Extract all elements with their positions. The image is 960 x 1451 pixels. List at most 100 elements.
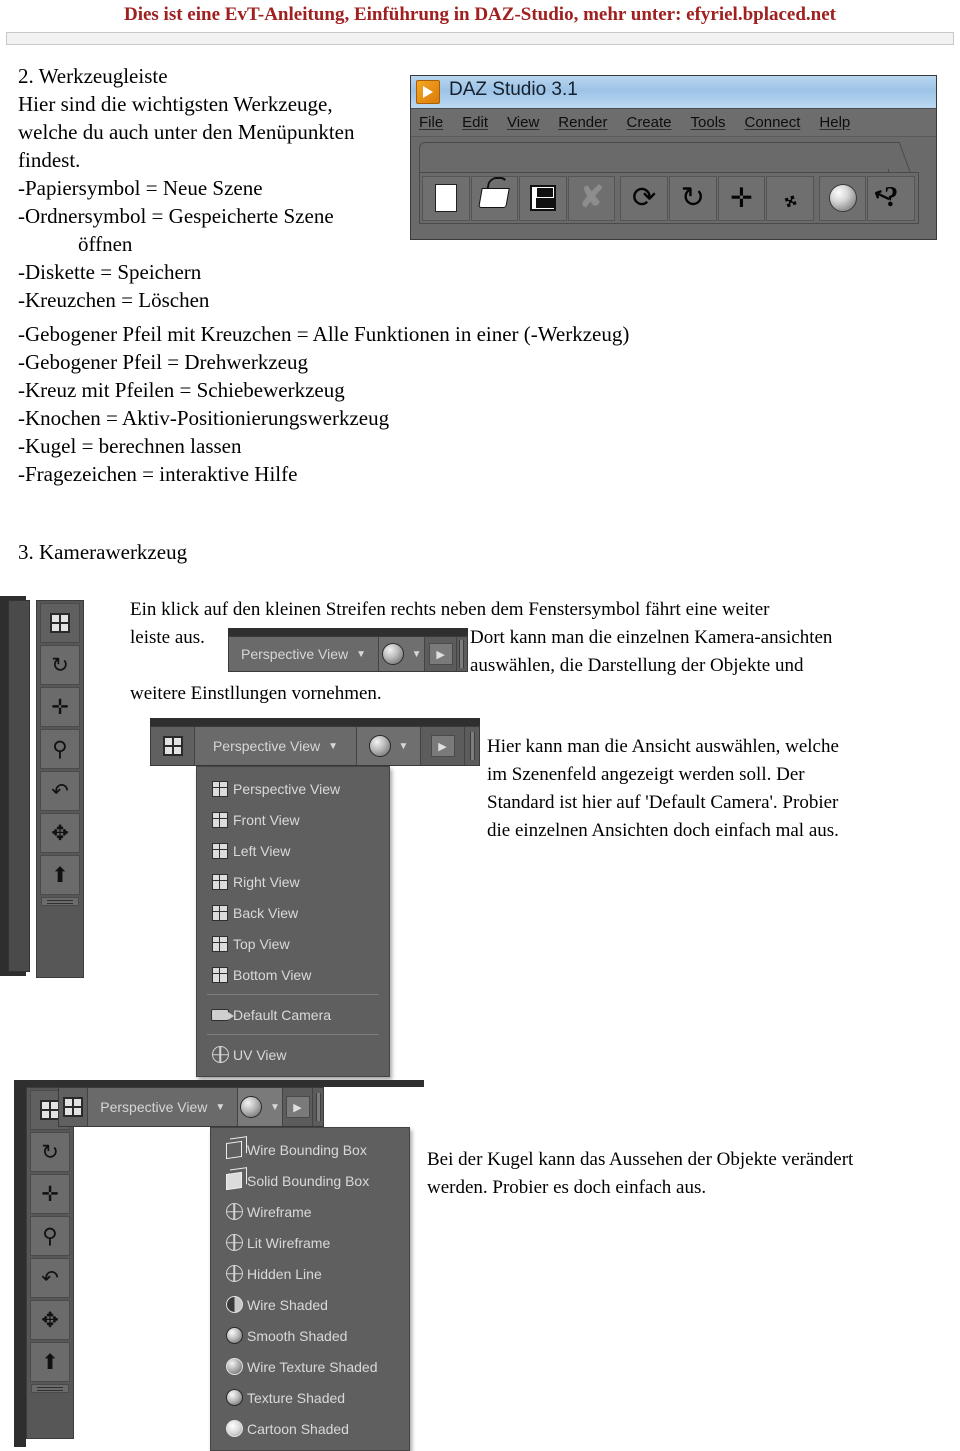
menu-item-uv-view[interactable]: UV View <box>197 1039 389 1070</box>
menu-item-texture-shaded[interactable]: Texture Shaded <box>211 1382 409 1413</box>
menu-edit[interactable]: Edit <box>462 109 488 137</box>
reset-camera-button[interactable]: ⬆ <box>40 855 80 895</box>
orbit-tool-button[interactable]: ↻ <box>30 1132 70 1172</box>
viewport-toolbar-drag-handle[interactable] <box>31 1384 69 1393</box>
menu-item-top-view[interactable]: Top View <box>197 928 389 959</box>
menu-item-label: Hidden Line <box>247 1265 322 1282</box>
inline-viewport-grip[interactable] <box>456 637 467 671</box>
camera-viewport-grip[interactable] <box>465 727 479 765</box>
menu-item-solid-bounding-box[interactable]: Solid Bounding Box <box>211 1165 409 1196</box>
menu-item-label: Perspective View <box>233 780 341 797</box>
sphere-icon <box>381 643 404 665</box>
banner-text: Dies ist eine EvT-Anleitung, Einführung … <box>123 4 837 25</box>
menu-item-label: Cartoon Shaded <box>247 1420 349 1437</box>
pan-tool-button[interactable]: ✛ <box>30 1174 70 1214</box>
open-scene-button[interactable] <box>470 175 519 221</box>
menu-item-default-camera[interactable]: Default Camera <box>197 999 389 1030</box>
menu-render[interactable]: Render <box>558 109 607 137</box>
render-button[interactable] <box>818 175 867 221</box>
menu-item-lit-wireframe[interactable]: Lit Wireframe <box>211 1227 409 1258</box>
menu-item-wire-shaded[interactable]: Wire Shaded <box>211 1289 409 1320</box>
shading-viewport-layout-button[interactable] <box>59 1088 89 1126</box>
grid-icon <box>207 904 233 921</box>
shading-view-selector[interactable]: Perspective View ▼ <box>88 1088 239 1126</box>
arc-arrow-icon: ↶ <box>41 1265 59 1290</box>
delete-button[interactable]: ✘ <box>567 175 616 221</box>
wire-cube-icon <box>221 1140 247 1159</box>
menu-item-right-view[interactable]: Right View <box>197 866 389 897</box>
camera-expand-button[interactable]: ▶ <box>421 727 465 765</box>
pan-tool-button[interactable]: ✛ <box>40 687 80 727</box>
active-pose-tool-button[interactable]: 𝄪 <box>766 175 814 221</box>
menu-item-perspective-view[interactable]: Perspective View <box>197 773 389 804</box>
daz-menubar: File Edit View Render Create Tools Conne… <box>411 109 936 137</box>
menu-help[interactable]: Help <box>819 109 850 137</box>
arc-arrow-icon: ↶ <box>51 778 69 803</box>
menu-item-label: Wire Shaded <box>247 1296 328 1313</box>
grid-icon <box>207 966 233 983</box>
menu-separator-1 <box>207 994 379 995</box>
menu-create[interactable]: Create <box>626 109 671 137</box>
up-arrow-circle-icon: ⬆ <box>41 1349 59 1374</box>
wire-texture-sphere-icon <box>221 1358 247 1375</box>
menu-item-left-view[interactable]: Left View <box>197 835 389 866</box>
orbit-tool-button[interactable]: ↻ <box>40 645 80 685</box>
viewport-toolbar-drag-handle[interactable] <box>41 897 79 906</box>
menu-connect[interactable]: Connect <box>745 109 801 137</box>
menu-item-cartoon-shaded[interactable]: Cartoon Shaded <box>211 1413 409 1444</box>
section2-text-block: 2. Werkzeugleiste Hier sind die wichtigs… <box>18 62 418 314</box>
zoom-tool-button[interactable]: ⚲ <box>30 1216 70 1256</box>
window-grid-icon <box>63 1097 84 1117</box>
new-scene-button[interactable] <box>422 175 470 221</box>
rotate-tool-button[interactable]: ↻ <box>669 175 717 221</box>
page-icon <box>434 184 457 212</box>
menu-item-hidden-line[interactable]: Hidden Line <box>211 1258 409 1289</box>
menu-item-bottom-view[interactable]: Bottom View <box>197 959 389 990</box>
shading-expand-button[interactable]: ▶ <box>282 1088 314 1126</box>
menu-item-smooth-shaded[interactable]: Smooth Shaded <box>211 1320 409 1351</box>
viewport-left-scrollbar-upper[interactable] <box>8 600 30 972</box>
menu-view[interactable]: View <box>507 109 539 137</box>
viewport-layout-button[interactable] <box>40 603 80 643</box>
camera-dropdown-menu: Perspective View Front View Left View Ri… <box>196 766 390 1077</box>
menu-file[interactable]: File <box>419 109 443 137</box>
zoom-tool-button[interactable]: ⚲ <box>40 729 80 769</box>
play-arrow-icon: ▶ <box>285 1096 310 1118</box>
daz-window-title: DAZ Studio 3.1 <box>449 79 578 100</box>
converging-arrows-icon: ✥ <box>51 820 69 845</box>
bank-rotate-tool-button[interactable]: ↶ <box>40 771 80 811</box>
shading-viewport-grip[interactable] <box>313 1088 323 1126</box>
translate-tool-button[interactable]: ✛ <box>717 175 766 221</box>
section3-para2-line4: die einzelnen Ansichten doch einfach mal… <box>487 820 839 841</box>
menu-tools[interactable]: Tools <box>691 109 726 137</box>
menu-item-wire-bounding-box[interactable]: Wire Bounding Box <box>211 1134 409 1165</box>
section2-wide-bullet-3: -Kreuz mit Pfeilen = Schiebewerkzeug <box>18 378 345 402</box>
reset-camera-button[interactable]: ⬆ <box>30 1342 70 1382</box>
help-button[interactable]: ? ↖ <box>867 175 916 221</box>
save-scene-button[interactable] <box>519 175 567 221</box>
shading-mode-selector[interactable]: ▼ <box>238 1088 283 1126</box>
inline-view-selector[interactable]: Perspective View ▼ <box>229 637 380 671</box>
universal-tool-button[interactable]: ⟳ <box>620 175 669 221</box>
inline-expand-button[interactable]: ▶ <box>425 637 457 671</box>
camera-viewport-layout-button[interactable] <box>151 727 195 765</box>
section2-bullet-1: -Papiersymbol = Neue Szene <box>18 176 263 200</box>
inline-viewport-bar: Perspective View ▼ ▼ ▶ <box>228 636 468 672</box>
sphere-icon <box>240 1096 263 1118</box>
frame-tool-button[interactable]: ✥ <box>40 813 80 853</box>
chevron-down-icon: ▼ <box>328 740 339 752</box>
globe-icon <box>207 1046 233 1063</box>
camera-view-selector[interactable]: Perspective View ▼ <box>195 727 357 765</box>
bank-rotate-tool-button[interactable]: ↶ <box>30 1258 70 1298</box>
camera-shading-selector[interactable]: ▼ <box>357 727 421 765</box>
solid-cube-icon <box>221 1171 247 1190</box>
menu-item-wire-texture-shaded[interactable]: Wire Texture Shaded <box>211 1351 409 1382</box>
menu-item-front-view[interactable]: Front View <box>197 804 389 835</box>
section3-para1-line5: weitere Einstllungen vornehmen. <box>130 683 382 704</box>
menu-item-wireframe[interactable]: Wireframe <box>211 1196 409 1227</box>
menu-item-back-view[interactable]: Back View <box>197 897 389 928</box>
inline-shading-selector[interactable]: ▼ <box>379 637 426 671</box>
magnifier-icon: ⚲ <box>42 1223 58 1248</box>
frame-tool-button[interactable]: ✥ <box>30 1300 70 1340</box>
wire-sphere-icon <box>221 1203 247 1220</box>
